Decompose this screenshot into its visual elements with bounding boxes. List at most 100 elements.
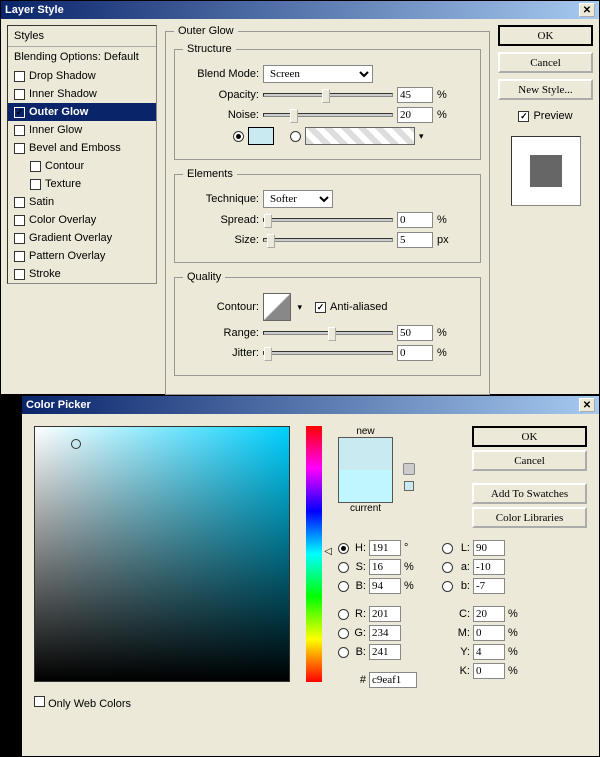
nearest-web-icon[interactable] — [404, 481, 414, 491]
style-stroke[interactable]: Stroke — [8, 265, 156, 283]
style-inner-shadow[interactable]: Inner Shadow — [8, 85, 156, 103]
style-drop-shadow[interactable]: Drop Shadow — [8, 67, 156, 85]
gradient-picker[interactable] — [305, 127, 415, 145]
g-radio[interactable] — [338, 628, 349, 639]
color-field[interactable] — [34, 426, 290, 682]
g-input[interactable] — [369, 625, 401, 641]
c-input[interactable] — [473, 606, 505, 622]
lb-radio[interactable] — [442, 581, 453, 592]
hex-label: # — [352, 674, 366, 686]
slider-thumb-icon[interactable] — [290, 109, 298, 123]
slider-thumb-icon[interactable] — [264, 214, 272, 228]
structure-legend: Structure — [183, 43, 236, 55]
checkbox-icon[interactable] — [14, 233, 25, 244]
style-outer-glow[interactable]: Outer Glow — [8, 103, 156, 121]
style-texture[interactable]: Texture — [8, 175, 156, 193]
antialiased-checkbox[interactable] — [315, 302, 326, 313]
range-input[interactable] — [397, 325, 433, 341]
size-label: Size: — [183, 234, 259, 246]
b-input[interactable] — [369, 644, 401, 660]
noise-slider[interactable] — [263, 113, 393, 117]
checkbox-icon[interactable] — [14, 251, 25, 262]
panel-title: Outer Glow — [174, 25, 238, 37]
close-icon[interactable]: ✕ — [579, 3, 595, 17]
bv-input[interactable] — [369, 578, 401, 594]
r-radio[interactable] — [338, 609, 349, 620]
b-radio[interactable] — [338, 647, 349, 658]
l-input[interactable] — [473, 540, 505, 556]
hue-pointer-icon[interactable]: ◁ — [324, 546, 332, 557]
spread-input[interactable] — [397, 212, 433, 228]
styles-header[interactable]: Styles — [8, 26, 156, 47]
lb-input[interactable] — [473, 578, 505, 594]
add-to-swatches-button[interactable]: Add To Swatches — [472, 483, 587, 504]
hue-slider[interactable]: ◁ — [306, 426, 322, 682]
gradient-radio[interactable] — [290, 131, 301, 142]
a-input[interactable] — [473, 559, 505, 575]
s-radio[interactable] — [338, 562, 349, 573]
slider-thumb-icon[interactable] — [264, 347, 272, 361]
jitter-input[interactable] — [397, 345, 433, 361]
preview-checkbox[interactable] — [518, 111, 529, 122]
elements-legend: Elements — [183, 168, 237, 180]
checkbox-icon[interactable] — [14, 71, 25, 82]
s-input[interactable] — [369, 559, 401, 575]
checkbox-icon[interactable] — [14, 107, 25, 118]
noise-input[interactable] — [397, 107, 433, 123]
glow-color-swatch[interactable] — [248, 127, 274, 145]
checkbox-icon[interactable] — [14, 125, 25, 136]
color-radio[interactable] — [233, 131, 244, 142]
chevron-down-icon[interactable]: ▾ — [419, 131, 424, 142]
color-libraries-button[interactable]: Color Libraries — [472, 507, 587, 528]
range-slider[interactable] — [263, 331, 393, 335]
checkbox-icon[interactable] — [14, 89, 25, 100]
bv-radio[interactable] — [338, 581, 349, 592]
size-slider[interactable] — [263, 238, 393, 242]
cp-ok-button[interactable]: OK — [472, 426, 587, 447]
opacity-input[interactable] — [397, 87, 433, 103]
gamut-warning-icon[interactable] — [403, 463, 415, 475]
style-satin[interactable]: Satin — [8, 193, 156, 211]
new-current-swatch[interactable] — [338, 437, 393, 503]
hex-input[interactable] — [369, 672, 417, 688]
style-contour[interactable]: Contour — [8, 157, 156, 175]
size-input[interactable] — [397, 232, 433, 248]
style-pattern-overlay[interactable]: Pattern Overlay — [8, 247, 156, 265]
checkbox-icon[interactable] — [30, 161, 41, 172]
style-color-overlay[interactable]: Color Overlay — [8, 211, 156, 229]
cp-cancel-button[interactable]: Cancel — [472, 450, 587, 471]
contour-picker[interactable] — [263, 293, 291, 321]
new-style-button[interactable]: New Style... — [498, 79, 593, 100]
r-input[interactable] — [369, 606, 401, 622]
checkbox-icon[interactable] — [14, 215, 25, 226]
blend-mode-select[interactable]: Screen — [263, 65, 373, 83]
l-radio[interactable] — [442, 543, 453, 554]
web-colors-checkbox[interactable] — [34, 696, 45, 707]
opacity-slider[interactable] — [263, 93, 393, 97]
slider-thumb-icon[interactable] — [322, 89, 330, 103]
k-input[interactable] — [473, 663, 505, 679]
cancel-button[interactable]: Cancel — [498, 52, 593, 73]
field-cursor-icon[interactable] — [71, 439, 81, 449]
ok-button[interactable]: OK — [498, 25, 593, 46]
slider-thumb-icon[interactable] — [267, 234, 275, 248]
checkbox-icon[interactable] — [14, 143, 25, 154]
style-bevel-emboss[interactable]: Bevel and Emboss — [8, 139, 156, 157]
h-radio[interactable] — [338, 543, 349, 554]
checkbox-icon[interactable] — [14, 197, 25, 208]
m-input[interactable] — [473, 625, 505, 641]
jitter-slider[interactable] — [263, 351, 393, 355]
checkbox-icon[interactable] — [30, 179, 41, 190]
y-input[interactable] — [473, 644, 505, 660]
style-inner-glow[interactable]: Inner Glow — [8, 121, 156, 139]
close-icon[interactable]: ✕ — [579, 398, 595, 412]
quality-legend: Quality — [183, 271, 225, 283]
checkbox-icon[interactable] — [14, 269, 25, 280]
a-radio[interactable] — [442, 562, 453, 573]
slider-thumb-icon[interactable] — [328, 327, 336, 341]
technique-select[interactable]: Softer — [263, 190, 333, 208]
style-gradient-overlay[interactable]: Gradient Overlay — [8, 229, 156, 247]
blending-options[interactable]: Blending Options: Default — [8, 47, 156, 67]
spread-slider[interactable] — [263, 218, 393, 222]
h-input[interactable] — [369, 540, 401, 556]
